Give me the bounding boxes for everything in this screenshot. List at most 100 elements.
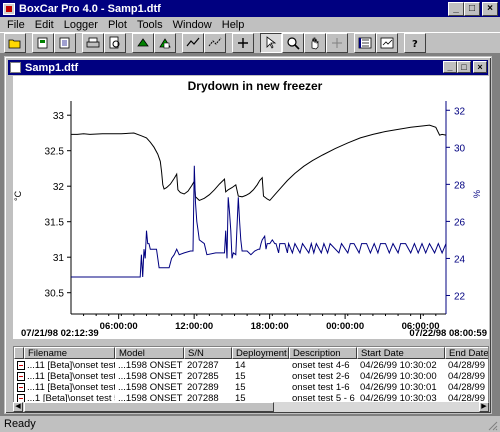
left-axis-tick-label: 31.5: [45, 218, 65, 229]
table-cell-deployment: 14: [235, 360, 246, 371]
pointer-tool-button[interactable]: [260, 33, 282, 53]
x-end-label: 07/22/98 08:00:59: [409, 328, 487, 339]
plot-setup-button[interactable]: [376, 33, 398, 53]
table-cell-description: onset test 4-6: [292, 360, 350, 371]
boxcar-app-icon[interactable]: [3, 2, 15, 15]
table-row[interactable]: ...11 [Beta]\onset test 4-6.dtf...1598 O…: [14, 360, 489, 371]
pane-splitter[interactable]: [9, 340, 489, 345]
menu-logger[interactable]: Logger: [59, 19, 103, 31]
temperature-series-line: [71, 124, 447, 202]
chart-title: Drydown in new freezer: [188, 79, 323, 93]
x-axis-tick-label: 00:00:00: [326, 321, 364, 332]
table-row[interactable]: ...11 [Beta]\onset test 2-6.dtf...1598 O…: [14, 371, 489, 382]
right-axis-tick-label: 30: [454, 143, 466, 154]
menu-plot[interactable]: Plot: [103, 19, 132, 31]
export-icon: [137, 38, 149, 47]
column-header-start-date[interactable]: Start Date: [357, 347, 445, 359]
plot-details-button[interactable]: [354, 33, 376, 53]
column-header-description[interactable]: Description: [289, 347, 357, 359]
maximize-button[interactable]: □: [464, 2, 480, 16]
crosshair-icon: [332, 38, 342, 48]
status-text: Ready: [4, 418, 36, 430]
column-header-deployment[interactable]: Deployment: [232, 347, 289, 359]
add-plot-button[interactable]: [232, 33, 254, 53]
menu-tools[interactable]: Tools: [132, 19, 168, 31]
horizontal-scrollbar[interactable]: ◀ ▶: [13, 402, 489, 412]
table-cell-end-date: 04/28/99 9: [448, 360, 489, 371]
table-cell-end-date: 04/28/99 9: [448, 371, 489, 382]
menu-file[interactable]: File: [2, 19, 30, 31]
table-cell-description: onset test 2-6: [292, 371, 350, 382]
print-button[interactable]: [82, 33, 104, 53]
column-header-end-date[interactable]: End Date: [445, 347, 488, 359]
document-title-bar[interactable]: Samp1.dtf _ □ ×: [8, 60, 488, 75]
copy-button[interactable]: [154, 33, 176, 53]
table-cell-deployment: 15: [235, 371, 246, 382]
table-cell-model: ...1598 ONSET: [118, 371, 183, 382]
data-file-icon: [17, 383, 25, 392]
zoom-tool-button[interactable]: [282, 33, 304, 53]
menu-edit[interactable]: Edit: [30, 19, 59, 31]
readout-button[interactable]: [54, 33, 76, 53]
right-axis-tick-label: 24: [454, 254, 466, 265]
table-cell-filename: ...11 [Beta]\onset test 2-6.dtf: [27, 371, 115, 382]
column-header-model[interactable]: Model: [115, 347, 184, 359]
zoom-icon: [287, 37, 300, 50]
data-file-icon: [17, 372, 25, 381]
list-header-check[interactable]: [14, 347, 24, 359]
left-axis-tick-label: 31: [53, 253, 65, 264]
export-button[interactable]: [132, 33, 154, 53]
copy-icon: [159, 38, 171, 49]
line-plot-button[interactable]: [182, 33, 204, 53]
scroll-left-button[interactable]: ◀: [13, 402, 23, 412]
x-axis-tick-label: 06:00:00: [100, 321, 138, 332]
scroll-thumb[interactable]: [24, 402, 274, 412]
open-folder-icon: [8, 39, 21, 49]
resize-grip-icon[interactable]: [486, 419, 498, 431]
drydown-chart[interactable]: Drydown in new freezer °C % 33 32.5 32 31.5…: [13, 76, 489, 339]
left-axis-tick-label: 32: [53, 182, 65, 193]
doc-maximize-button[interactable]: □: [457, 61, 471, 73]
table-cell-deployment: 15: [235, 382, 246, 393]
toolbar: ?: [0, 32, 500, 54]
open-button[interactable]: [4, 33, 26, 53]
scroll-right-button[interactable]: ▶: [479, 402, 489, 412]
menu-help[interactable]: Help: [217, 19, 250, 31]
points-plot-button[interactable]: [204, 33, 226, 53]
readout-icon: [59, 37, 70, 49]
crosshair-tool-button[interactable]: [326, 33, 348, 53]
left-axis-tick-label: 32.5: [45, 147, 65, 158]
launch-button[interactable]: [32, 33, 54, 53]
x-start-label: 07/21/98 02:12:39: [21, 328, 99, 339]
left-axis-tick-label: 33: [53, 111, 65, 122]
table-cell-model: ...1598 ONSET: [118, 360, 183, 371]
print-preview-button[interactable]: [104, 33, 126, 53]
x-axis-tick-label: 18:00:00: [251, 321, 289, 332]
column-header-filename[interactable]: Filename: [24, 347, 115, 359]
doc-close-button[interactable]: ×: [473, 61, 487, 73]
document-icon[interactable]: [10, 62, 21, 73]
close-button[interactable]: ×: [482, 2, 498, 16]
plot-details-icon: [358, 37, 372, 49]
points-plot-icon: [208, 37, 222, 47]
minimize-button[interactable]: _: [448, 2, 464, 16]
app-title-bar[interactable]: BoxCar Pro 4.0 - Samp1.dtf _ □ ×: [0, 0, 500, 17]
svg-text:?: ?: [412, 39, 418, 50]
help-button[interactable]: ?: [404, 33, 426, 53]
menu-window[interactable]: Window: [168, 19, 217, 31]
right-axis-label: %: [472, 190, 482, 198]
table-row[interactable]: ...11 [Beta]\onset test 1-6.dtf...1598 O…: [14, 382, 489, 393]
doc-minimize-button[interactable]: _: [443, 61, 457, 73]
right-axis-tick-label: 26: [454, 217, 466, 228]
table-cell-s-n: 207285: [187, 371, 219, 382]
document-title: Samp1.dtf: [25, 61, 79, 74]
hand-tool-button[interactable]: [304, 33, 326, 53]
table-cell-end-date: 04/28/99 9: [448, 382, 489, 393]
right-axis-tick-label: 32: [454, 106, 466, 117]
pointer-icon: [266, 36, 277, 49]
plot-area[interactable]: Drydown in new freezer °C % 33 32.5 32 31.5…: [13, 76, 489, 339]
menu-bar: File Edit Logger Plot Tools Window Help: [0, 17, 500, 32]
column-header-sn[interactable]: S/N: [184, 347, 232, 359]
table-cell-start-date: 04/26/99 10:30:00: [360, 371, 437, 382]
document-window: Samp1.dtf _ □ × Drydown in new freezer °…: [4, 56, 492, 414]
